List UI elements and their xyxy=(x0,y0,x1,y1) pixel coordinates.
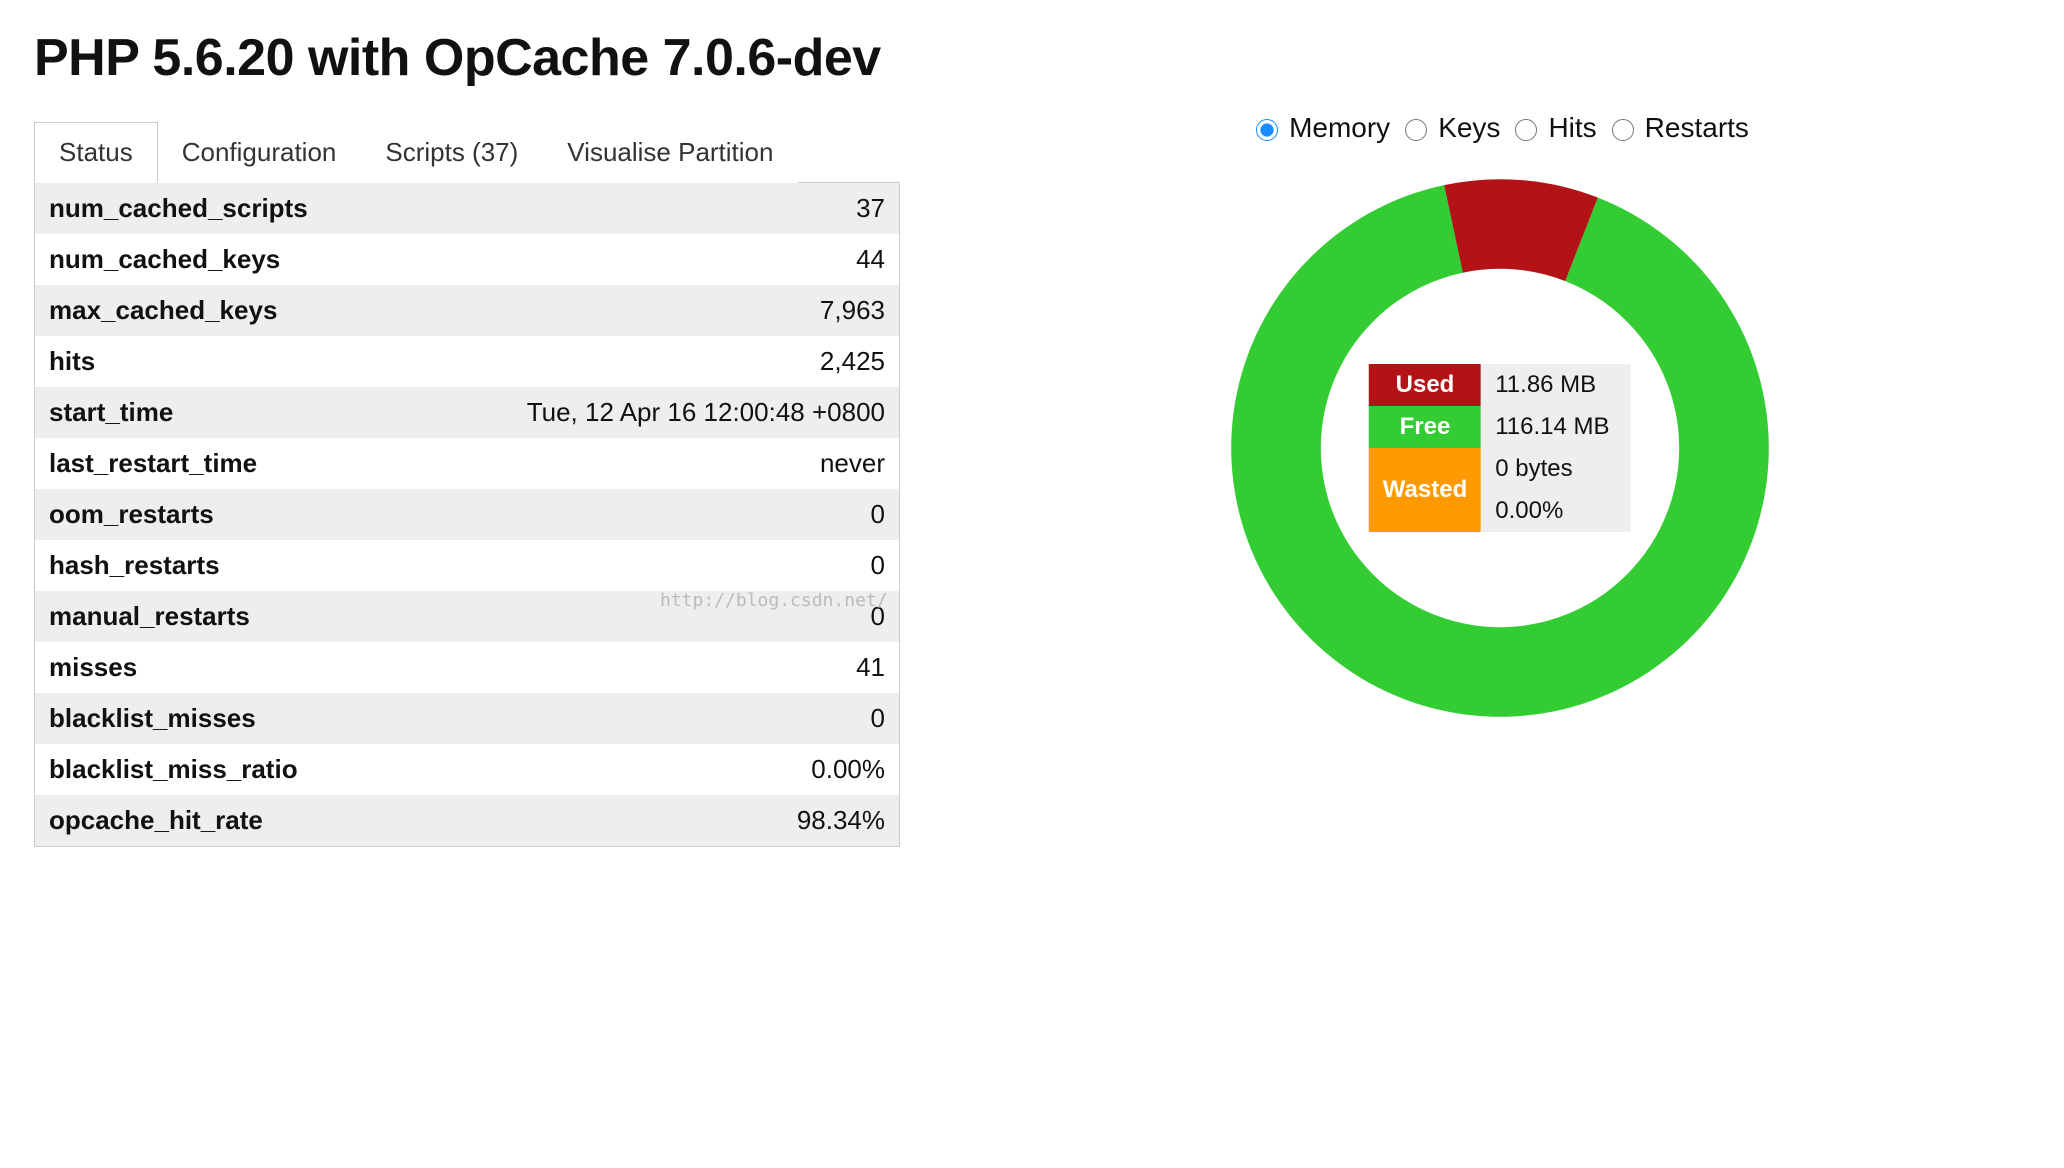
table-row: last_restart_timenever xyxy=(35,438,899,489)
status-table: num_cached_scripts37num_cached_keys44max… xyxy=(35,183,899,846)
legend-used-swatch: Used xyxy=(1369,364,1481,406)
status-key: num_cached_keys xyxy=(35,234,403,285)
table-row: hash_restarts0 xyxy=(35,540,899,591)
table-row: misses41 xyxy=(35,642,899,693)
status-value: Tue, 12 Apr 16 12:00:48 +0800 xyxy=(403,387,899,438)
memory-donut-chart: Used 11.86 MB Free 116.14 MB Wasted 0 by… xyxy=(1220,168,1780,728)
status-key: oom_restarts xyxy=(35,489,403,540)
status-value: never xyxy=(403,438,899,489)
table-row: opcache_hit_rate98.34% xyxy=(35,795,899,846)
status-key: last_restart_time xyxy=(35,438,403,489)
status-key: max_cached_keys xyxy=(35,285,403,336)
tab-scripts[interactable]: Scripts (37) xyxy=(360,122,543,183)
status-key: opcache_hit_rate xyxy=(35,795,403,846)
legend-wasted-swatch: Wasted xyxy=(1369,448,1481,532)
radio-restarts-input[interactable] xyxy=(1612,119,1634,141)
status-key: hash_restarts xyxy=(35,540,403,591)
radio-hits-label: Hits xyxy=(1548,112,1596,144)
status-key: manual_restarts xyxy=(35,591,403,642)
radio-hits[interactable]: Hits xyxy=(1510,112,1596,144)
radio-keys[interactable]: Keys xyxy=(1400,112,1500,144)
tab-configuration[interactable]: Configuration xyxy=(157,122,362,183)
legend-wasted-value-pct: 0.00% xyxy=(1481,490,1631,532)
status-value: 37 xyxy=(403,183,899,234)
status-panel: Status Configuration Scripts (37) Visual… xyxy=(34,122,900,847)
status-key: hits xyxy=(35,336,403,387)
status-value: 44 xyxy=(403,234,899,285)
status-value: 0 xyxy=(403,693,899,744)
status-value: 7,963 xyxy=(403,285,899,336)
chart-mode-radios: Memory Keys Hits Restarts xyxy=(1251,112,1749,144)
radio-restarts-label: Restarts xyxy=(1645,112,1749,144)
table-row: start_timeTue, 12 Apr 16 12:00:48 +0800 xyxy=(35,387,899,438)
status-key: blacklist_miss_ratio xyxy=(35,744,403,795)
legend-free-swatch: Free xyxy=(1369,406,1481,448)
status-value: 98.34% xyxy=(403,795,899,846)
status-value: 0 xyxy=(403,591,899,642)
table-row: oom_restarts0 xyxy=(35,489,899,540)
status-key: start_time xyxy=(35,387,403,438)
radio-hits-input[interactable] xyxy=(1515,119,1537,141)
legend-used-value: 11.86 MB xyxy=(1481,364,1631,406)
status-key: blacklist_misses xyxy=(35,693,403,744)
page-title: PHP 5.6.20 with OpCache 7.0.6-dev xyxy=(34,28,2030,88)
table-row: num_cached_keys44 xyxy=(35,234,899,285)
status-value: 2,425 xyxy=(403,336,899,387)
radio-memory-input[interactable] xyxy=(1256,119,1278,141)
status-value: 41 xyxy=(403,642,899,693)
table-row: hits2,425 xyxy=(35,336,899,387)
tab-status[interactable]: Status xyxy=(34,122,158,183)
table-row: max_cached_keys7,963 xyxy=(35,285,899,336)
tab-visualise-partition[interactable]: Visualise Partition xyxy=(542,122,798,183)
memory-legend: Used 11.86 MB Free 116.14 MB Wasted 0 by… xyxy=(1369,364,1631,532)
status-key: misses xyxy=(35,642,403,693)
table-row: blacklist_miss_ratio0.00% xyxy=(35,744,899,795)
legend-wasted-value-bytes: 0 bytes xyxy=(1481,448,1631,490)
radio-keys-input[interactable] xyxy=(1405,119,1427,141)
status-value: 0.00% xyxy=(403,744,899,795)
status-value: 0 xyxy=(403,489,899,540)
radio-keys-label: Keys xyxy=(1438,112,1500,144)
table-row: blacklist_misses0 xyxy=(35,693,899,744)
radio-memory[interactable]: Memory xyxy=(1251,112,1390,144)
tab-bar: Status Configuration Scripts (37) Visual… xyxy=(34,122,900,183)
table-row: manual_restarts0 xyxy=(35,591,899,642)
status-value: 0 xyxy=(403,540,899,591)
table-row: num_cached_scripts37 xyxy=(35,183,899,234)
status-key: num_cached_scripts xyxy=(35,183,403,234)
radio-memory-label: Memory xyxy=(1289,112,1390,144)
radio-restarts[interactable]: Restarts xyxy=(1607,112,1749,144)
legend-free-value: 116.14 MB xyxy=(1481,406,1631,448)
